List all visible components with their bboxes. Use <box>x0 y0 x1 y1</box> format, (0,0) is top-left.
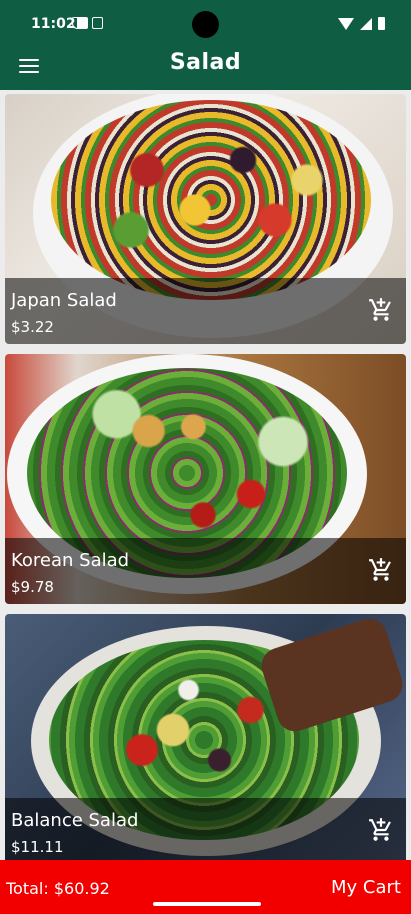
cart-summary-bar: Total: $60.92 My Cart <box>0 860 411 914</box>
camera-cutout <box>192 11 219 38</box>
product-list[interactable]: Japan Salad $3.22 Korean Salad $9.78 Bal… <box>0 90 411 860</box>
font-icon <box>92 17 103 29</box>
wifi-icon <box>338 17 354 30</box>
product-card-japan-salad[interactable]: Japan Salad $3.22 <box>5 94 406 344</box>
product-info-overlay: Balance Salad $11.11 <box>5 798 406 860</box>
product-name: Korean Salad <box>11 550 130 571</box>
product-info-overlay: Korean Salad $9.78 <box>5 538 406 604</box>
app-bar: Salad <box>0 46 411 90</box>
my-cart-button[interactable]: My Cart <box>331 877 401 898</box>
status-system-icons <box>338 17 385 30</box>
product-card-balance-salad[interactable]: Balance Salad $11.11 <box>5 614 406 860</box>
battery-icon <box>378 17 385 30</box>
sd-card-icon <box>77 17 88 29</box>
signal-icon <box>360 17 372 30</box>
add-shopping-cart-icon[interactable] <box>368 297 394 323</box>
product-price: $3.22 <box>11 318 54 336</box>
product-price: $11.11 <box>11 838 64 856</box>
add-shopping-cart-icon[interactable] <box>368 557 394 583</box>
home-indicator[interactable] <box>153 902 261 906</box>
product-info-overlay: Japan Salad $3.22 <box>5 278 406 344</box>
product-price: $9.78 <box>11 578 54 596</box>
status-time: 11:02 <box>31 16 76 32</box>
status-notification-icons <box>72 17 103 29</box>
product-name: Japan Salad <box>11 290 117 311</box>
status-bar: 11:02 <box>0 0 411 46</box>
cart-total: Total: $60.92 <box>6 879 110 898</box>
product-name: Balance Salad <box>11 810 139 831</box>
product-card-korean-salad[interactable]: Korean Salad $9.78 <box>5 354 406 604</box>
page-title: Salad <box>169 50 242 75</box>
add-shopping-cart-icon[interactable] <box>368 817 394 843</box>
